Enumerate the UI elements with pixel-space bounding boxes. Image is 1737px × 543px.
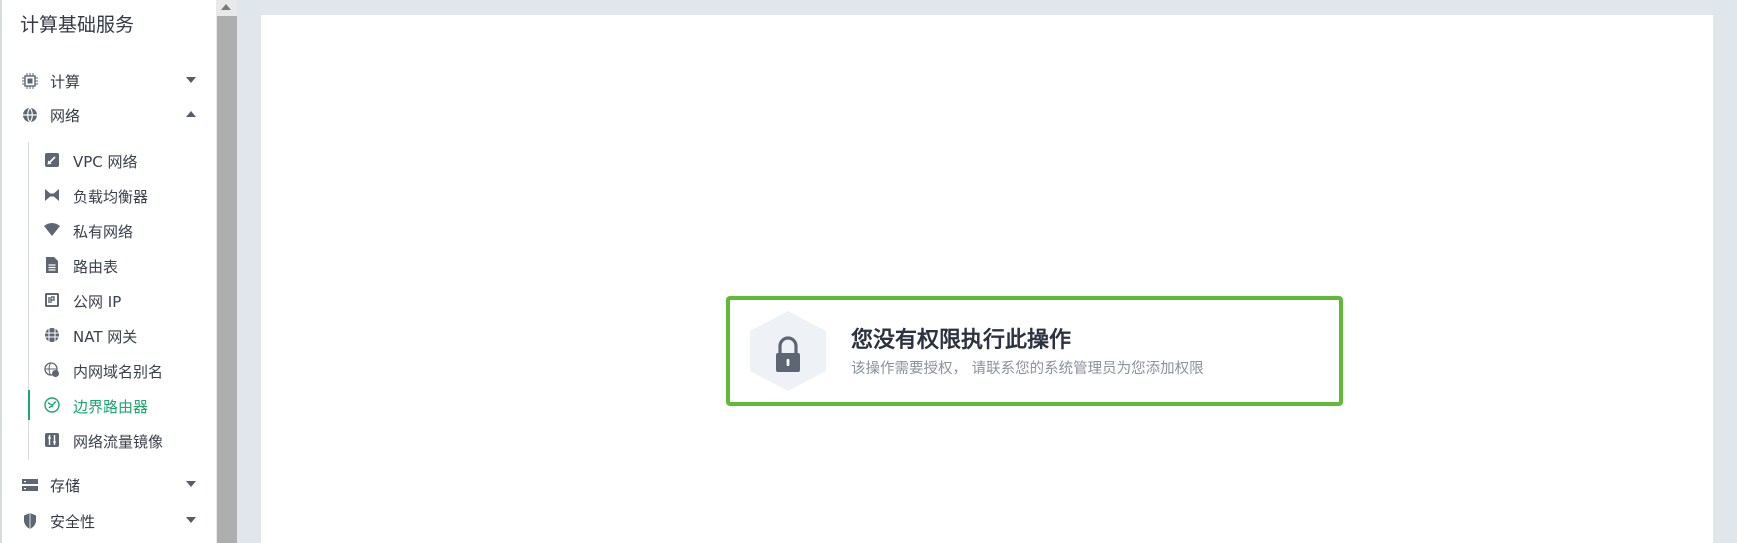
sidebar-item-label: 内网域名别名 — [73, 363, 164, 381]
vpc-icon — [44, 152, 60, 168]
scroll-up-arrow-icon[interactable] — [221, 4, 231, 10]
sidebar-item-private-network[interactable]: 私有网络 — [28, 215, 218, 245]
sidebar-item-load-balancer[interactable]: 负载均衡器 — [28, 180, 218, 210]
globe-icon — [22, 107, 38, 123]
sidebar-item-vpc-network[interactable]: VPC 网络 — [28, 145, 218, 175]
sidebar-item-label: VPC 网络 — [73, 153, 138, 171]
nav-group-compute[interactable]: 计算 — [2, 64, 218, 98]
dns-alias-icon — [44, 362, 60, 378]
sidebar-item-border-router[interactable]: 边界路由器 — [28, 390, 218, 420]
shield-icon — [22, 513, 38, 529]
traffic-mirror-icon — [44, 432, 60, 448]
chevron-up-icon — [186, 111, 196, 117]
scrollbar-thumb[interactable] — [217, 16, 237, 543]
permission-title: 您没有权限执行此操作 — [851, 328, 1072, 353]
sidebar-item-nat-gateway[interactable]: NAT 网关 — [28, 320, 218, 350]
app-root: 计算基础服务 计算 网络 VPC 网络 负载均衡器 私有网络 路由表 公网 IP… — [0, 0, 1737, 543]
chevron-down-icon — [186, 517, 196, 523]
sidebar-item-traffic-mirror[interactable]: 网络流量镜像 — [28, 425, 218, 455]
border-router-icon — [44, 397, 60, 413]
sidebar-scrollbar[interactable] — [216, 0, 237, 543]
storage-icon — [22, 477, 38, 493]
wifi-icon — [44, 222, 60, 238]
nav-group-label: 计算 — [50, 72, 81, 91]
nav-group-storage[interactable]: 存储 — [2, 468, 218, 502]
lock-icon — [748, 310, 828, 392]
sidebar-item-label: 路由表 — [73, 258, 119, 276]
nav-group-label: 网络 — [50, 106, 81, 125]
sidebar-item-dns-alias[interactable]: 内网域名别名 — [28, 355, 218, 385]
sidebar-item-label: NAT 网关 — [73, 328, 138, 346]
load-balancer-icon — [44, 187, 60, 203]
nav-group-label: 存储 — [50, 476, 81, 495]
content-panel — [261, 15, 1713, 543]
main-area — [237, 0, 1737, 543]
nav-group-network[interactable]: 网络 — [2, 98, 218, 132]
ip-icon — [44, 292, 60, 308]
chevron-down-icon — [186, 481, 196, 487]
chevron-down-icon — [186, 77, 196, 83]
sidebar-item-label: 私有网络 — [73, 223, 134, 241]
chip-icon — [22, 73, 38, 89]
permission-description: 该操作需要授权， 请联系您的系统管理员为您添加权限 — [851, 361, 1204, 377]
nav-group-label: 安全性 — [50, 512, 96, 531]
sidebar-item-label: 边界路由器 — [73, 398, 149, 416]
sidebar-item-route-table[interactable]: 路由表 — [28, 250, 218, 280]
nav-group-security[interactable]: 安全性 — [2, 504, 218, 538]
sidebar: 计算基础服务 计算 网络 VPC 网络 负载均衡器 私有网络 路由表 公网 IP… — [0, 0, 216, 543]
sidebar-item-public-ip[interactable]: 公网 IP — [28, 285, 218, 315]
sidebar-item-label: 公网 IP — [73, 293, 122, 311]
route-table-icon — [44, 257, 60, 273]
sidebar-item-label: 负载均衡器 — [73, 188, 149, 206]
nat-gateway-icon — [44, 327, 60, 343]
permission-denied-card: 您没有权限执行此操作 该操作需要授权， 请联系您的系统管理员为您添加权限 — [726, 296, 1343, 406]
sidebar-item-label: 网络流量镜像 — [73, 433, 164, 451]
sidebar-title: 计算基础服务 — [20, 14, 135, 36]
